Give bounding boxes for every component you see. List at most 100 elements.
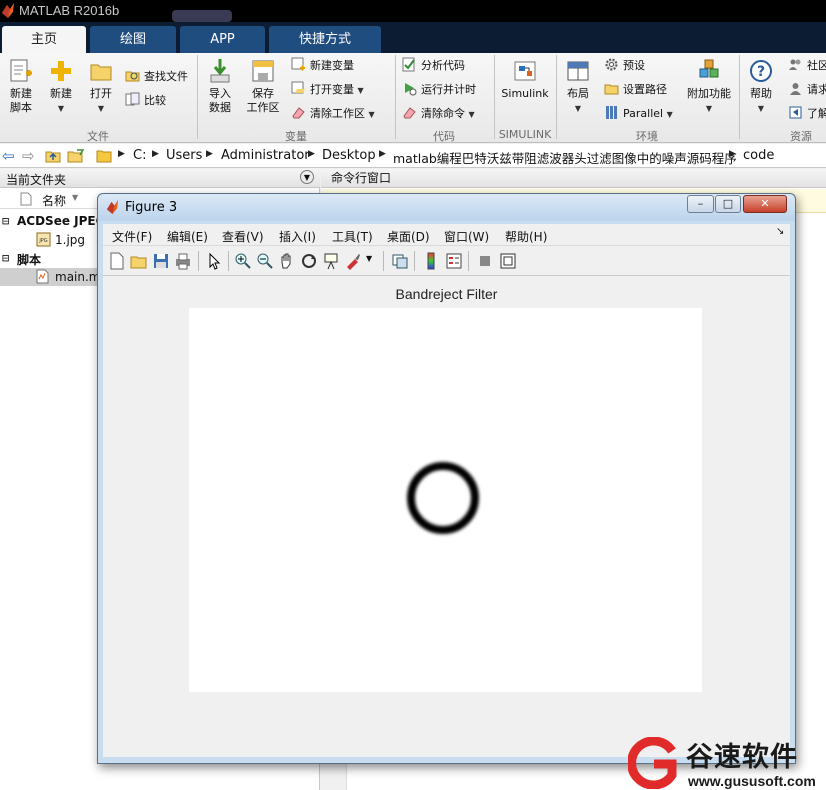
panel-actions-icon[interactable]: ▼ <box>300 170 314 184</box>
tab-plots[interactable]: 绘图 <box>90 26 176 53</box>
column-name-label[interactable]: 名称 <box>42 192 66 209</box>
tab-apps[interactable]: APP <box>180 26 265 53</box>
new-script-button[interactable]: 新建 脚本 <box>4 57 38 115</box>
compare-button[interactable]: 比较 <box>125 92 166 110</box>
insert-colorbar-icon[interactable] <box>422 252 440 270</box>
simulink-button[interactable]: Simulink <box>500 57 550 101</box>
section-file-label: 文件 <box>87 130 109 143</box>
clear-workspace-arrow-icon: ▼ <box>368 110 375 119</box>
addons-button[interactable]: 附加功能 ▼ <box>684 57 734 116</box>
file-item[interactable]: 1.jpg <box>55 233 85 247</box>
menu-dock-arrow-icon[interactable]: ↘ <box>776 226 784 237</box>
find-files-label: 查找文件 <box>144 70 188 83</box>
section-simulink-label: SIMULINK <box>498 128 552 141</box>
toolbar-separator <box>468 251 469 271</box>
breadcrumb-item[interactable]: C: <box>133 148 146 163</box>
menu-window[interactable]: 窗口(W) <box>444 228 489 245</box>
print-icon[interactable] <box>174 252 192 270</box>
ribbon-tab-strip: 主页 绘图 APP 快捷方式 <box>0 22 826 53</box>
learn-button[interactable]: 了解 <box>788 105 826 123</box>
path-folder-icon <box>96 150 112 163</box>
menu-file[interactable]: 文件(F) <box>112 228 152 245</box>
insert-legend-icon[interactable] <box>445 252 463 270</box>
breadcrumb-item[interactable]: matlab编程巴特沃兹带阻滤波器头过滤图像中的噪声源码程序 <box>393 148 737 167</box>
browse-folder-icon[interactable] <box>67 148 85 164</box>
figure-canvas: Bandreject Filter <box>103 276 790 757</box>
back-arrow-icon[interactable]: ⇦ <box>2 147 15 165</box>
image-axes[interactable] <box>189 308 702 692</box>
watermark-g-logo-icon <box>628 737 677 789</box>
breadcrumb-item[interactable]: code <box>743 148 774 163</box>
breadcrumb-item[interactable]: Users <box>166 148 202 163</box>
rotate-3d-icon[interactable] <box>300 252 318 270</box>
clear-workspace-button[interactable]: 清除工作区 ▼ <box>291 105 375 123</box>
set-path-button[interactable]: 设置路径 <box>604 81 667 99</box>
current-folder-header: 当前文件夹 ▼ <box>0 169 320 188</box>
parallel-button[interactable]: Parallel ▼ <box>604 105 673 123</box>
group-acdsee-jpeg[interactable]: ACDSee JPEG <box>17 214 105 228</box>
clear-workspace-icon <box>292 107 305 119</box>
watermark: 谷速软件 www.gususoft.com <box>628 735 826 790</box>
help-button[interactable]: ? 帮助 ▼ <box>744 57 778 116</box>
menu-insert[interactable]: 插入(I) <box>279 228 316 245</box>
figure-menu-bar: 文件(F) 编辑(E) 查看(V) 插入(I) 工具(T) 桌面(D) 窗口(W… <box>103 224 790 246</box>
jpg-file-icon: JPG <box>36 232 51 247</box>
close-button[interactable]: ✕ <box>743 195 787 213</box>
hide-plot-tools-icon[interactable] <box>476 252 494 270</box>
layout-button[interactable]: 布局 ▼ <box>562 57 594 116</box>
menu-help[interactable]: 帮助(H) <box>505 228 547 245</box>
open-button[interactable]: 打开 ▼ <box>84 57 118 116</box>
new-button[interactable]: 新建 ▼ <box>44 57 78 116</box>
save-icon[interactable] <box>152 252 170 270</box>
import-data-button[interactable]: 导入 数据 <box>203 57 237 115</box>
find-files-button[interactable]: 查找文件 <box>125 68 188 86</box>
menu-tools[interactable]: 工具(T) <box>332 228 373 245</box>
group-scripts[interactable]: 脚本 <box>17 251 41 268</box>
toolbar-separator <box>198 251 199 271</box>
brush-icon[interactable] <box>344 252 362 270</box>
zoom-in-icon[interactable] <box>234 252 252 270</box>
clear-commands-button[interactable]: 清除命令 ▼ <box>402 105 475 123</box>
show-plot-tools-icon[interactable] <box>499 252 517 270</box>
minimize-button[interactable]: – <box>687 195 714 213</box>
addons-cubes-icon <box>699 59 719 78</box>
maximize-button[interactable]: □ <box>715 195 741 213</box>
menu-edit[interactable]: 编辑(E) <box>167 228 208 245</box>
preferences-button[interactable]: 预设 <box>604 57 645 75</box>
new-figure-icon[interactable] <box>108 252 126 270</box>
tab-shortcuts[interactable]: 快捷方式 <box>269 26 381 53</box>
new-variable-button[interactable]: 新建变量 <box>291 57 354 75</box>
pan-hand-icon[interactable] <box>278 252 296 270</box>
brush-dropdown-arrow-icon[interactable]: ▼ <box>366 254 384 272</box>
figure-title-bar[interactable]: Figure 3 – □ ✕ <box>98 194 795 221</box>
collapse-toggle-icon[interactable]: ⊟ <box>2 214 9 228</box>
save-workspace-button[interactable]: 保存 工作区 <box>244 57 282 115</box>
file-item[interactable]: main.m <box>55 270 101 284</box>
ribbon: 新建 脚本 新建 ▼ 打开 ▼ 查找文件 比较 文件 导入 数据 保存 工作区 … <box>0 53 826 143</box>
run-and-time-button[interactable]: 运行并计时 <box>402 81 476 99</box>
forward-arrow-icon[interactable]: ⇨ <box>22 147 35 165</box>
figure-toolbar: ▼ <box>103 246 790 276</box>
zoom-out-icon[interactable] <box>256 252 274 270</box>
menu-view[interactable]: 查看(V) <box>222 228 264 245</box>
analyze-code-button[interactable]: 分析代码 <box>402 57 465 75</box>
breadcrumb-item[interactable]: Administrator <box>221 148 310 163</box>
data-cursor-icon[interactable] <box>322 252 340 270</box>
open-variable-button[interactable]: 打开变量 ▼ <box>291 81 364 99</box>
breadcrumb-separator-icon: ▶ <box>118 149 125 159</box>
up-folder-icon[interactable] <box>45 148 62 164</box>
open-dropdown-arrow-icon: ▼ <box>97 104 105 113</box>
collapse-toggle-icon[interactable]: ⊟ <box>2 251 9 265</box>
compare-label: 比较 <box>144 94 166 107</box>
sort-arrow-icon[interactable]: ▼ <box>72 193 78 202</box>
tab-home[interactable]: 主页 <box>2 26 86 53</box>
link-plot-icon[interactable] <box>391 252 409 270</box>
open-file-icon[interactable] <box>130 252 148 270</box>
menu-desktop[interactable]: 桌面(D) <box>387 228 430 245</box>
figure-window[interactable]: Figure 3 – □ ✕ 文件(F) 编辑(E) 查看(V) 插入(I) 工… <box>97 193 796 764</box>
ribbon-divider <box>395 55 396 139</box>
breadcrumb-item[interactable]: Desktop <box>322 148 376 163</box>
request-support-button[interactable]: 请求 <box>788 81 826 99</box>
community-button[interactable]: 社区 <box>788 57 826 75</box>
pointer-arrow-icon[interactable] <box>205 252 223 270</box>
